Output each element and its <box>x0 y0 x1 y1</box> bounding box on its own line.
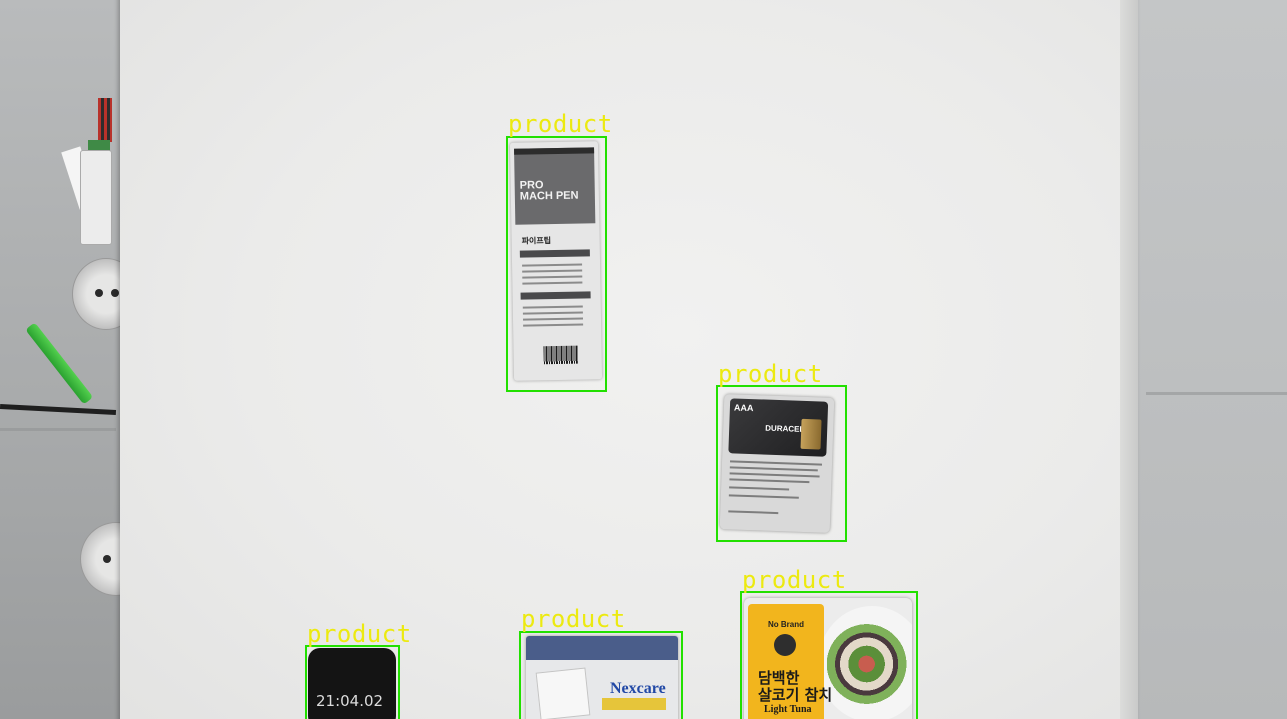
detection-label-watch: product <box>307 620 412 648</box>
detection-label-pen: product <box>508 110 613 138</box>
left-seam <box>0 428 116 431</box>
plug-box <box>80 150 112 245</box>
outlet-hole <box>111 289 119 297</box>
detection-label-salad: product <box>742 566 847 594</box>
table-surface <box>120 0 1138 719</box>
detection-box-watch <box>305 645 400 719</box>
detection-box-bandage <box>519 631 683 719</box>
right-background <box>1130 0 1287 719</box>
outlet-hole <box>103 555 111 563</box>
table-edge <box>1120 0 1138 719</box>
right-seam <box>1146 392 1287 395</box>
detection-box-salad <box>740 591 918 719</box>
detection-box-battery <box>716 385 847 542</box>
detection-box-pen <box>506 136 607 392</box>
detection-label-bandage: product <box>521 605 626 633</box>
outlet-hole <box>95 289 103 297</box>
wires <box>98 98 112 142</box>
detection-label-battery: product <box>718 360 823 388</box>
